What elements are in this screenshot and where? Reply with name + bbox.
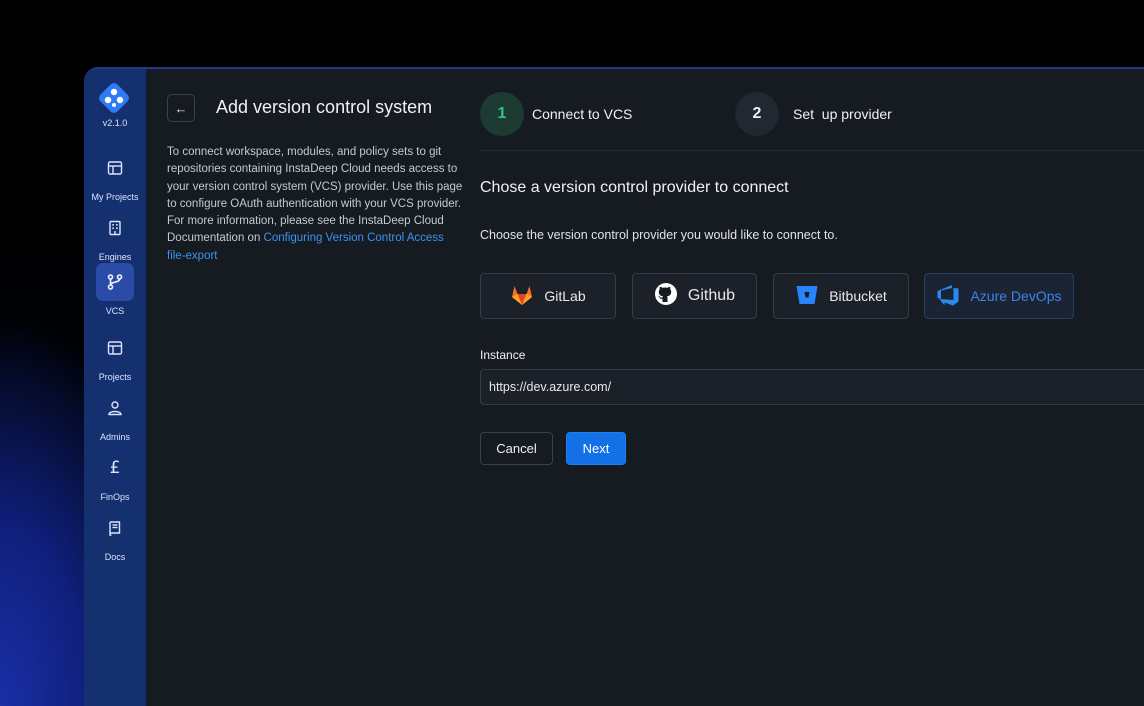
pound-icon: £ bbox=[109, 458, 121, 478]
stepper: 1 Connect to VCS 2 Set up provider bbox=[480, 69, 1144, 151]
sidebar-item-label: Engines bbox=[98, 252, 132, 262]
book-icon bbox=[96, 509, 134, 547]
git-branch-icon bbox=[96, 263, 134, 301]
back-button[interactable]: ← bbox=[167, 94, 195, 122]
sidebar-item-vcs[interactable]: VCS bbox=[84, 263, 146, 319]
page-title: Add version control system bbox=[216, 97, 433, 117]
sidebar-item-engines[interactable]: Engines bbox=[84, 209, 146, 265]
section-description: Choose the version control provider you … bbox=[480, 228, 838, 242]
next-button[interactable]: Next bbox=[566, 432, 626, 465]
sidebar-item-label: Projects bbox=[98, 372, 132, 382]
docs-link[interactable]: Configuring Version Control Access bbox=[264, 232, 444, 244]
sidebar: v2.1.0 My Projects Engines VCS Projects bbox=[84, 69, 146, 706]
sidebar-item-docs[interactable]: Docs bbox=[84, 509, 146, 565]
provider-github-button[interactable]: Github bbox=[632, 273, 757, 319]
arrow-left-icon: ← bbox=[174, 100, 188, 116]
sidebar-item-label: Admins bbox=[99, 432, 130, 442]
bitbucket-icon bbox=[795, 284, 819, 309]
app-logo[interactable] bbox=[97, 81, 131, 115]
step-1-label: Connect to VCS bbox=[532, 106, 633, 122]
github-icon bbox=[654, 282, 678, 311]
gitlab-icon bbox=[510, 284, 534, 309]
provider-azure-devops-button[interactable]: Azure DevOps bbox=[924, 273, 1074, 319]
sidebar-item-admins[interactable]: Admins bbox=[84, 389, 146, 445]
layout-icon bbox=[96, 329, 134, 367]
sidebar-item-label: VCS bbox=[105, 306, 125, 316]
step-1-number: 1 bbox=[480, 92, 524, 136]
step-2-label: Set up provider bbox=[793, 106, 892, 122]
instance-input[interactable] bbox=[480, 369, 1144, 405]
section-title: Chose a version control provider to conn… bbox=[480, 179, 789, 196]
provider-label: Bitbucket bbox=[829, 288, 887, 304]
app-window: v2.1.0 My Projects Engines VCS Projects bbox=[84, 67, 1144, 706]
layout-icon bbox=[96, 149, 134, 187]
building-icon bbox=[96, 209, 134, 247]
step-2-number: 2 bbox=[735, 92, 779, 136]
instance-label: Instance bbox=[480, 348, 526, 362]
sidebar-item-projects[interactable]: Projects bbox=[84, 329, 146, 385]
cancel-button[interactable]: Cancel bbox=[480, 432, 553, 465]
sidebar-item-label: Docs bbox=[104, 552, 126, 562]
provider-label: Azure DevOps bbox=[970, 288, 1062, 304]
provider-label: Github bbox=[687, 287, 736, 304]
main-content: ← Add version control system To connect … bbox=[146, 69, 1144, 706]
intro-text: To connect workspace, modules, and polic… bbox=[167, 144, 463, 265]
file-export-icon[interactable]: file-export bbox=[167, 250, 218, 262]
admin-user-icon bbox=[96, 389, 134, 427]
sidebar-item-label: My Projects bbox=[91, 192, 139, 202]
intro-body: To connect workspace, modules, and polic… bbox=[167, 146, 463, 245]
sidebar-item-label: FinOps bbox=[100, 492, 130, 502]
sidebar-item-my-projects[interactable]: My Projects bbox=[84, 149, 146, 205]
sidebar-item-finops[interactable]: £ FinOps bbox=[84, 449, 146, 505]
app-version: v2.1.0 bbox=[102, 118, 128, 128]
provider-gitlab-button[interactable]: GitLab bbox=[480, 273, 616, 319]
azure-devops-icon bbox=[936, 284, 960, 309]
provider-bitbucket-button[interactable]: Bitbucket bbox=[773, 273, 909, 319]
provider-label: GitLab bbox=[544, 288, 586, 304]
